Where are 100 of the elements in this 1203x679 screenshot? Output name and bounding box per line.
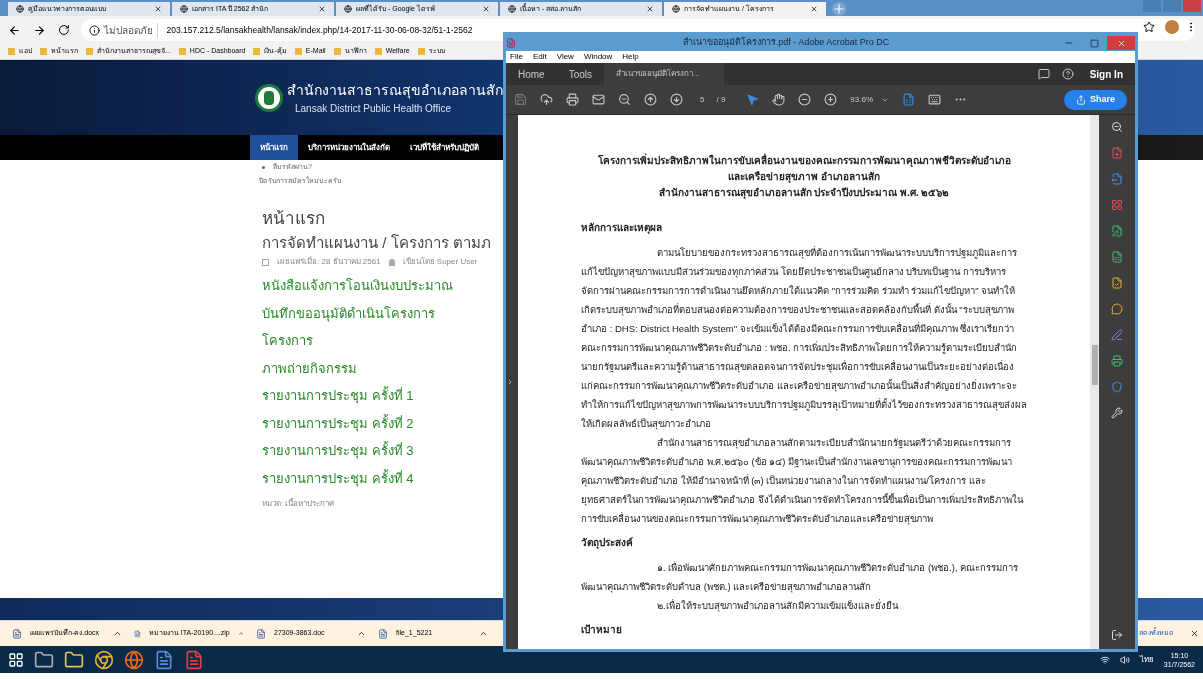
spreadsheet-icon[interactable] [1111, 251, 1123, 263]
file-icon [134, 628, 141, 639]
close-icon[interactable] [318, 5, 326, 13]
previous-page-icon[interactable] [644, 93, 657, 106]
close-icon[interactable] [646, 5, 654, 13]
expand-icon[interactable] [506, 378, 514, 386]
pen-icon[interactable] [1111, 329, 1123, 341]
folder-icon[interactable] [64, 649, 84, 670]
article-link[interactable]: โครงการ [262, 327, 453, 355]
caret-icon[interactable] [479, 629, 488, 638]
nav-tab[interactable]: บริการหน่วยงานในสังกัด [298, 135, 400, 160]
browser-icon[interactable] [124, 649, 144, 670]
zoom-out-icon[interactable] [798, 93, 812, 106]
article-link[interactable]: รายงานการประชุม ครั้งที่ 4 [262, 464, 453, 492]
search-icon[interactable] [1111, 121, 1123, 133]
upload-icon[interactable] [540, 93, 553, 106]
page-fit-icon[interactable] [902, 93, 916, 106]
info-icon [89, 24, 101, 36]
zoom-in-icon[interactable] [824, 93, 838, 106]
windows-start-icon[interactable] [8, 651, 24, 668]
acrobat-tab[interactable]: Tools [556, 63, 605, 85]
caret-icon[interactable] [113, 629, 122, 638]
back-icon[interactable] [8, 23, 21, 37]
caret-icon[interactable] [357, 629, 366, 638]
menu-item[interactable]: Window [583, 51, 613, 63]
pointer-icon[interactable] [746, 93, 760, 106]
save-icon[interactable] [514, 93, 527, 106]
favicon-icon [672, 5, 680, 13]
sign-in-link[interactable]: Sign In [1089, 66, 1123, 82]
export-pdf-icon[interactable] [1111, 173, 1123, 185]
article-link[interactable]: บันทึกขออนุมัติดำเนินโครงการ [262, 299, 453, 327]
section-heading: เป้าหมาย [581, 623, 622, 637]
create-pdf-icon[interactable] [1111, 147, 1123, 159]
close-icon[interactable] [810, 5, 818, 13]
article-link[interactable]: รายงานการประชุม ครั้งที่ 3 [262, 437, 453, 465]
breadcrumb-heading: หน้าแรก [262, 208, 325, 230]
section-heading: หลักการและเหตุผล [581, 221, 662, 236]
nav-tab[interactable]: เวปที่ใช้สำหรับปฏิบัติ [400, 135, 489, 160]
print-icon[interactable] [1111, 355, 1123, 367]
edit-pdf-icon[interactable] [1111, 225, 1123, 237]
paragraph-line: เกิดระบบสุขภาพอำเภอที่ตอบสนองต่อความต้องการของประชาชนและสอดคล้องกับพื้นที่ ดังนั้น "ระบบสุขภาพ [581, 302, 1015, 318]
organize-pages-icon[interactable] [1111, 199, 1123, 211]
forward-icon[interactable] [32, 23, 46, 37]
network-icon[interactable] [1099, 654, 1110, 665]
article-link[interactable]: หนังสือแจ้งการโอนเงินงบประมาณ [262, 272, 453, 300]
document-title: และเครือข่ายสุขภาพ อำเภอลานสัก [728, 170, 880, 185]
menu-item[interactable]: File [510, 51, 523, 63]
close-button[interactable] [1107, 36, 1135, 50]
paragraph-line: ตามนโยบายของกระทรวงสาธารณสุขที่ต้องการเน้นการพัฒนาระบบบริการปฐมภูมิและการ [656, 245, 1018, 261]
article-link[interactable]: ภาพถ่ายกิจกรรม [262, 354, 453, 382]
language-indicator[interactable]: ไทย [1139, 653, 1154, 666]
comment-icon[interactable] [1111, 303, 1123, 315]
file-icon [12, 628, 22, 639]
paragraph-line: นายกรัฐมนตรีและความรู้ด้านสาธารณสุขตลอดจนการจัดประชุมเพื่อการขับเคลื่อนงานเป็นระยะอย่างต่อเนื่อง [581, 359, 1015, 375]
browser-icon[interactable] [94, 649, 114, 670]
paragraph-line: สำนักงานสาธารณสุขอำเภอลานสักตามระเบียบสำนักนายกรัฐมนตรีว่าด้วยคณะกรรมการ [656, 436, 1012, 451]
share-icon [1076, 94, 1086, 105]
close-icon[interactable] [482, 5, 490, 13]
document-title: สำนักงานสาธารณสุขอำเภอลานสัก ประจำปีงบประมาณ พ.ศ. ๒๕๖๒ [658, 186, 950, 201]
hand-icon[interactable] [772, 93, 786, 106]
section-heading: วัตถุประสงค์ [581, 536, 633, 551]
scrollbar-thumb[interactable] [1091, 345, 1098, 385]
acrobat-tab[interactable]: Home [506, 63, 557, 85]
menu-item[interactable]: View [556, 51, 574, 63]
mail-icon[interactable] [592, 93, 605, 106]
document-icon[interactable] [1111, 277, 1123, 289]
menu-item[interactable]: Help [622, 51, 639, 63]
menu-item[interactable]: Edit [532, 51, 547, 63]
shield-icon[interactable] [1111, 381, 1123, 393]
maximize-icon[interactable] [1090, 38, 1099, 48]
volume-icon[interactable] [1119, 654, 1130, 665]
paragraph-line: คุณภาพชีวิตระดับอำเภอ ให้มีอำนาจหน้าที่ (๓) เป็นหน่วยงานกลางในการจัดทำแผนงาน/โครงการ และ [581, 473, 987, 489]
paragraph-line: ๑. เพื่อพัฒนาศักยภาพคณะกรรมการพัฒนาคุณภาพชีวิตระดับอำเภอ (พชอ.), คณะกรรมการ [656, 560, 1020, 576]
paragraph-line: ยุทธศาสตร์ในการพัฒนาคุณภาพชีวิตอำเภอ จึงได้ดำเนินการจัดทำโครงการนี้ขึ้นเพื่อเป็นการเพิ่มประสิทธิภาพใน [581, 492, 1025, 508]
keyboard-icon[interactable] [928, 93, 942, 106]
article-link[interactable]: รายงานการประชุม ครั้งที่ 2 [262, 409, 453, 437]
zoom-dropdown[interactable]: 93.6% [850, 93, 890, 106]
next-page-icon[interactable] [670, 93, 683, 106]
close-icon[interactable] [1190, 629, 1199, 638]
tools-icon[interactable] [1111, 407, 1123, 419]
acrobat-tab[interactable]: สำเนาขออนุมัติโครงกา... [604, 63, 725, 85]
search-icon[interactable] [618, 93, 631, 106]
site-name: สำนักงานสาธารณสุขอำเภอลานสัก [287, 80, 503, 101]
reload-icon[interactable] [57, 24, 70, 36]
nav-tab[interactable]: หน้าแรก [250, 135, 298, 160]
paragraph-line: พัฒนาคุณภาพชีวิตระดับตำบล (พชต.) และเครือข่ายสุขภาพอำเภอลานสัก [581, 580, 873, 595]
collapse-panel-icon[interactable] [1111, 629, 1123, 641]
comment-icon[interactable] [1037, 68, 1050, 80]
help-icon[interactable] [1061, 68, 1074, 80]
page-number-field[interactable]: 5 [696, 93, 709, 106]
file-icon [378, 628, 388, 639]
paragraph-line: คณะกรรมการพัฒนาคุณภาพชีวิตระดับอำเภอ : พชอ. การเพิ่มประสิทธิภาพโดยการให้ความรู้ตามระเบียบสำนัก [581, 340, 1019, 356]
article-link[interactable]: รายงานการประชุม ครั้งที่ 1 [262, 382, 453, 410]
print-icon[interactable] [566, 93, 579, 106]
user-icon [388, 258, 395, 266]
share-button[interactable]: Share [1064, 89, 1127, 110]
paragraph-line: จัดการผ่านคณะกรรมการการดำเนินงานยึดหลักภายใต้แนวคิด "การร่วมคิด ร่วมทำ ร่วมแก้ไขปัญหา" จนทำให้ [581, 284, 1017, 298]
paragraph-line: ๒.เพื่อให้ระบบสุขภาพอำเภอลานสักมีความเข้มแข็งและยั่งยืน [656, 598, 900, 614]
close-icon[interactable] [154, 5, 162, 13]
bookmark-star-icon[interactable] [1143, 21, 1155, 33]
